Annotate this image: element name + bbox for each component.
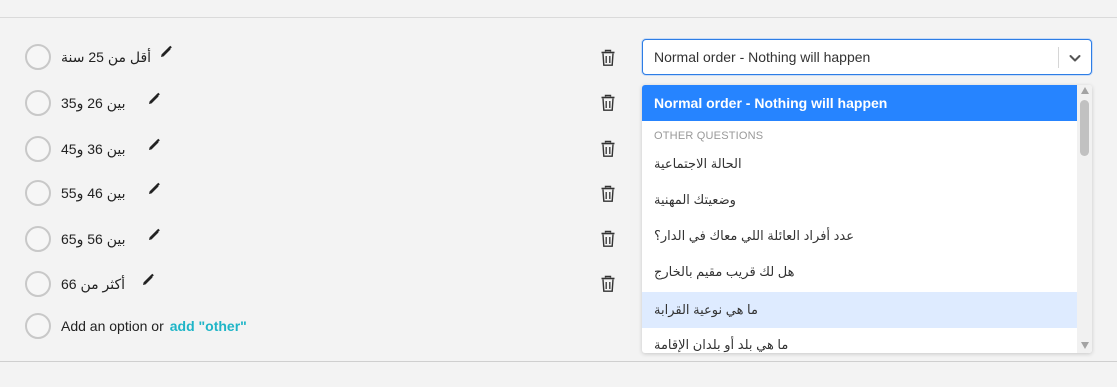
option-label[interactable]: بين 26 و35 (61, 95, 125, 112)
pencil-icon[interactable] (147, 228, 161, 242)
option-row: بين 26 و35 (25, 87, 161, 119)
option-row: بين 36 و45 (25, 133, 161, 165)
pencil-icon[interactable] (147, 182, 161, 196)
menu-option[interactable]: ما هي بلد أو بلدان الإقامة (642, 327, 1077, 353)
logic-dropdown-menu: Normal order - Nothing will happen OTHER… (642, 85, 1092, 353)
pencil-icon[interactable] (159, 45, 173, 59)
add-other-link[interactable]: add "other" (170, 318, 247, 334)
menu-option[interactable]: هل لك قريب مقيم بالخارج (642, 254, 1077, 290)
top-divider (0, 17, 1117, 18)
select-separator (1058, 47, 1059, 68)
option-label[interactable]: بين 56 و65 (61, 231, 125, 248)
radio-circle-icon (25, 44, 51, 70)
option-row: أقل من 25 سنة (25, 41, 173, 73)
menu-option-hovered[interactable]: ما هي نوعية القرابة (642, 292, 1077, 328)
radio-circle-icon (25, 136, 51, 162)
menu-scrollbar[interactable] (1077, 85, 1092, 353)
scroll-down-arrow-icon[interactable] (1081, 342, 1089, 349)
scrollbar-thumb[interactable] (1080, 100, 1089, 156)
logic-select[interactable]: Normal order - Nothing will happen (642, 39, 1092, 75)
option-row: بين 56 و65 (25, 223, 161, 255)
bottom-divider (0, 361, 1117, 362)
trash-icon[interactable] (600, 94, 616, 112)
pencil-icon[interactable] (147, 92, 161, 106)
menu-option-label: ما هي نوعية القرابة (654, 302, 758, 317)
trash-icon[interactable] (600, 230, 616, 248)
scroll-up-arrow-icon[interactable] (1081, 87, 1089, 94)
menu-option[interactable]: الحالة الاجتماعية (642, 146, 1077, 182)
option-row: أكثر من 66 (25, 268, 155, 300)
add-option-button[interactable]: Add an option or (61, 318, 164, 334)
option-row: بين 46 و55 (25, 177, 161, 209)
menu-option-label: عدد أفراد العائلة اللي معاك في الدار؟ (654, 228, 854, 243)
option-label[interactable]: بين 46 و55 (61, 185, 125, 202)
pencil-icon[interactable] (147, 138, 161, 152)
radio-circle-icon (25, 271, 51, 297)
add-option-row: Add an option or add "other" (25, 311, 247, 341)
radio-circle-icon (25, 226, 51, 252)
option-label[interactable]: بين 36 و45 (61, 141, 125, 158)
menu-group-label: OTHER QUESTIONS (654, 130, 764, 142)
option-label[interactable]: أقل من 25 سنة (61, 49, 151, 66)
option-label[interactable]: أكثر من 66 (61, 276, 125, 293)
radio-circle-icon (25, 313, 51, 339)
trash-icon[interactable] (600, 275, 616, 293)
menu-option-label: وضعيتك المهنية (654, 192, 736, 207)
menu-option[interactable]: وضعيتك المهنية (642, 182, 1077, 218)
menu-option-selected[interactable]: Normal order - Nothing will happen (642, 85, 1077, 121)
menu-option-label: هل لك قريب مقيم بالخارج (654, 264, 795, 279)
radio-circle-icon (25, 180, 51, 206)
chevron-down-icon[interactable] (1067, 50, 1083, 66)
menu-option-label: الحالة الاجتماعية (654, 156, 742, 171)
menu-option[interactable]: عدد أفراد العائلة اللي معاك في الدار؟ (642, 218, 1077, 254)
radio-circle-icon (25, 90, 51, 116)
trash-icon[interactable] (600, 185, 616, 203)
trash-icon[interactable] (600, 140, 616, 158)
menu-option-label: ما هي بلد أو بلدان الإقامة (654, 337, 789, 352)
trash-icon[interactable] (600, 49, 616, 67)
select-value: Normal order - Nothing will happen (654, 49, 871, 65)
pencil-icon[interactable] (141, 273, 155, 287)
